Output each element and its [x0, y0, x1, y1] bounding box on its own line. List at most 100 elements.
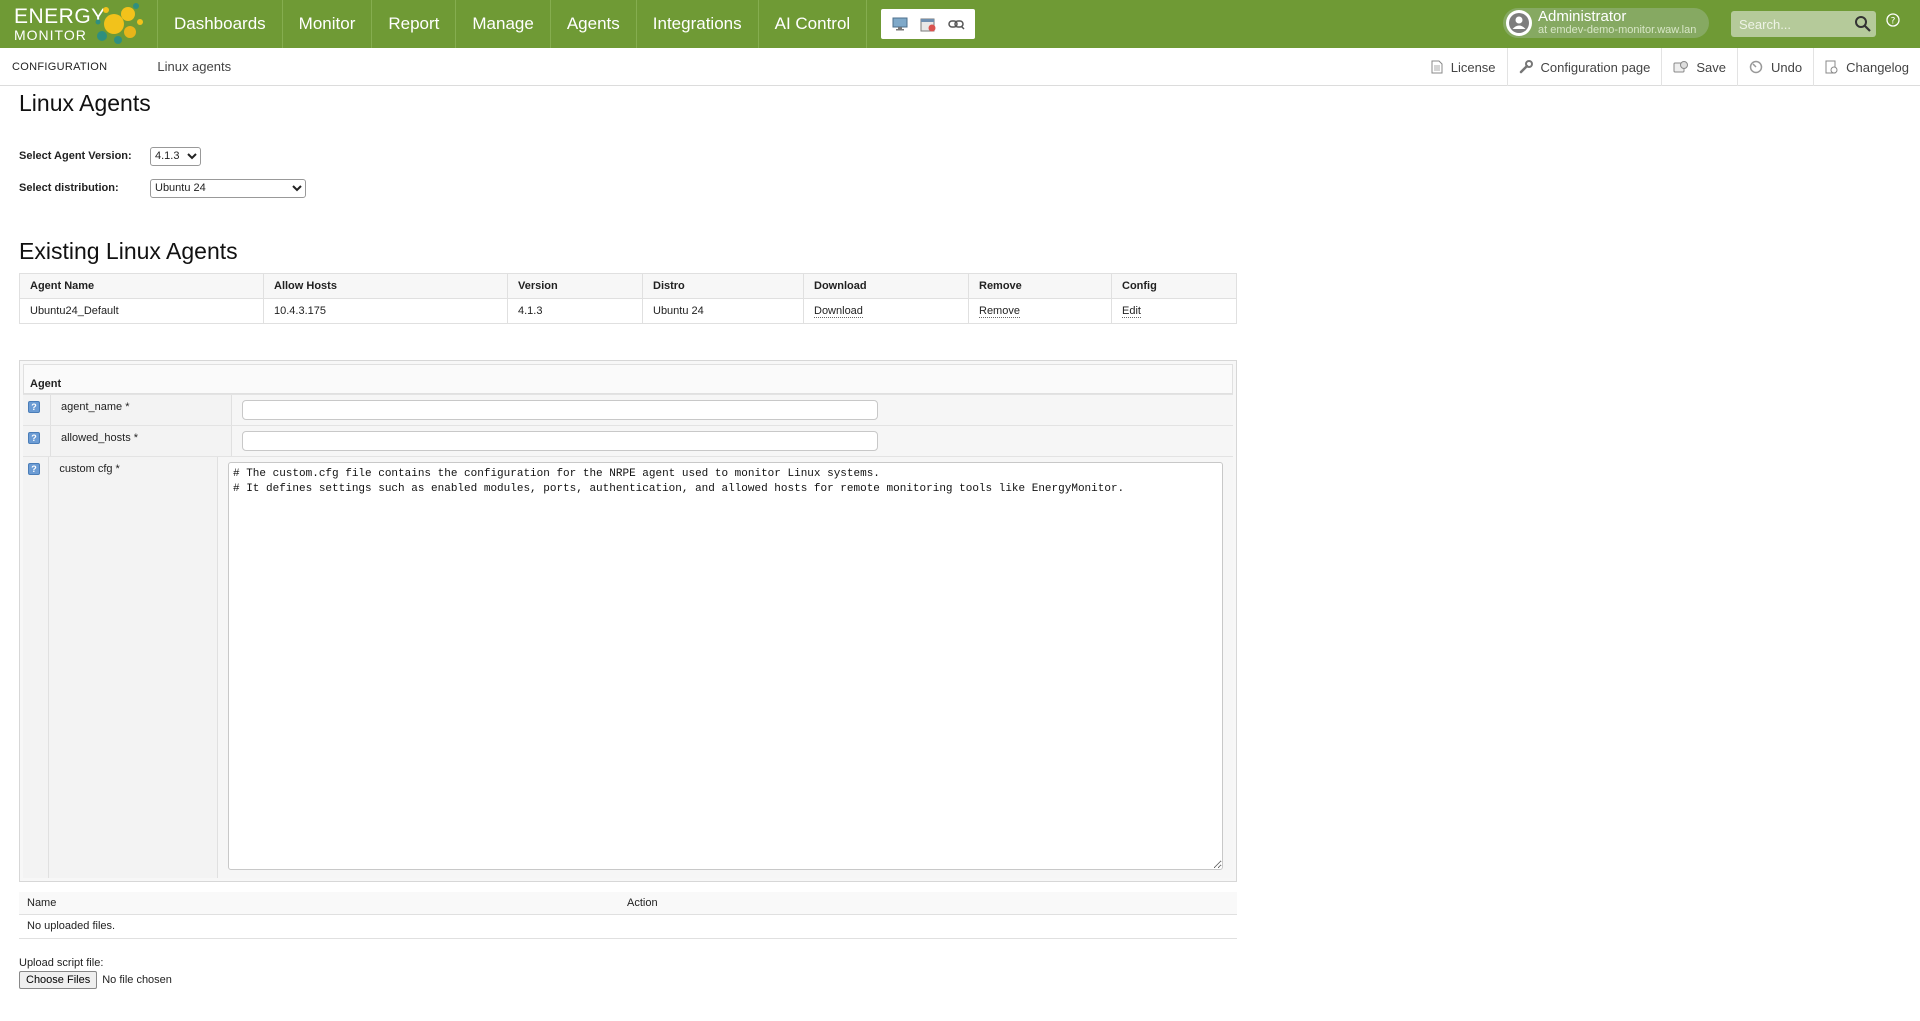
undo-button[interactable]: Undo: [1737, 48, 1813, 86]
save-label: Save: [1696, 59, 1727, 75]
nav-dashboards[interactable]: Dashboards: [157, 0, 282, 48]
help-question-icon[interactable]: ?: [28, 401, 40, 413]
agents-table-header: Agent Name Allow Hosts Version Distro Do…: [19, 273, 1237, 299]
agent-name-row: ? agent_name *: [23, 394, 1233, 425]
changelog-icon: [1825, 60, 1838, 74]
col-remove: Remove: [968, 273, 1112, 299]
wrench-icon: [1519, 60, 1533, 74]
nav-ai-control[interactable]: AI Control: [757, 0, 868, 48]
upload-row: Choose Files No file chosen: [19, 970, 1901, 989]
page-actions: License Configuration page Save Undo Cha…: [1420, 48, 1920, 86]
user-menu[interactable]: Administrator at emdev-demo-monitor.waw.…: [1503, 8, 1709, 38]
config-page-label: Configuration page: [1540, 59, 1651, 75]
upload-section: Upload script file: Choose Files No file…: [19, 957, 1901, 989]
files-table-header: Name Action: [19, 892, 1237, 915]
undo-icon: [1749, 60, 1763, 74]
agent-form-title: Agent: [23, 364, 1233, 394]
user-host: at emdev-demo-monitor.waw.lan: [1538, 24, 1697, 37]
license-label: License: [1450, 59, 1496, 75]
allowed-hosts-input[interactable]: [242, 431, 878, 451]
custom-cfg-textarea[interactable]: # The custom.cfg file contains the confi…: [228, 462, 1223, 870]
nav-report[interactable]: Report: [371, 0, 455, 48]
distro-row: Select distribution: Ubuntu 24: [19, 172, 1901, 204]
cell-agent-name: Ubuntu24_Default: [19, 298, 264, 324]
choose-files-button[interactable]: Choose Files: [19, 970, 98, 989]
nav-integrations[interactable]: Integrations: [635, 0, 758, 48]
logo[interactable]: ENERGY MONITOR: [0, 0, 157, 48]
cell-distro: Ubuntu 24: [642, 298, 804, 324]
version-label: Select Agent Version:: [19, 150, 132, 162]
col-download: Download: [803, 273, 969, 299]
undo-label: Undo: [1771, 59, 1803, 75]
breadcrumb[interactable]: Linux agents: [157, 59, 231, 74]
svg-text:?: ?: [1891, 17, 1896, 27]
col-config: Config: [1111, 273, 1237, 299]
avatar-icon: [1506, 10, 1532, 36]
custom-cfg-row: ? custom cfg * # The custom.cfg file con…: [23, 456, 1233, 878]
distro-select[interactable]: Ubuntu 24: [150, 178, 306, 198]
main-content: Linux Agents Select Agent Version: 4.1.3…: [0, 86, 1920, 989]
cell-version: 4.1.3: [507, 298, 643, 324]
document-icon: [1431, 60, 1443, 74]
allowed-hosts-value-cell: [232, 426, 1233, 456]
col-agent-name: Agent Name: [19, 273, 264, 299]
nav-manage[interactable]: Manage: [455, 0, 549, 48]
file-status: No file chosen: [102, 973, 172, 986]
remove-link[interactable]: Remove: [979, 305, 1020, 318]
top-bar: ENERGY MONITOR Dashboards Monitor Report…: [0, 0, 1920, 48]
files-table: Name Action No uploaded files.: [19, 892, 1237, 939]
agent-name-label: agent_name *: [51, 395, 232, 425]
license-button[interactable]: License: [1420, 48, 1507, 86]
search-icon[interactable]: [1854, 15, 1872, 33]
cell-remove: Remove: [968, 298, 1112, 324]
cell-allow-hosts: 10.4.3.175: [263, 298, 508, 324]
agents-table: Agent Name Allow Hosts Version Distro Do…: [19, 273, 1237, 324]
search-input[interactable]: [1731, 15, 1849, 33]
quick-tools: [881, 9, 976, 39]
nav-agents[interactable]: Agents: [549, 0, 636, 48]
col-file-name: Name: [19, 892, 619, 915]
section-label: CONFIGURATION: [12, 60, 108, 73]
help-question-icon[interactable]: ?: [28, 463, 40, 475]
upload-label: Upload script file:: [19, 956, 104, 969]
download-link[interactable]: Download: [814, 305, 863, 318]
table-row: Ubuntu24_Default 10.4.3.175 4.1.3 Ubuntu…: [19, 298, 1237, 324]
calendar-icon[interactable]: [918, 14, 938, 34]
help-cell: ?: [23, 395, 51, 425]
config-page-button[interactable]: Configuration page: [1506, 48, 1662, 86]
save-icon: [1673, 60, 1689, 74]
main-nav: Dashboards Monitor Report Manage Agents …: [157, 0, 868, 48]
link-icon[interactable]: [947, 14, 967, 34]
agent-name-input[interactable]: [242, 400, 878, 420]
existing-agents-title: Existing Linux Agents: [19, 238, 238, 264]
changelog-label: Changelog: [1846, 59, 1909, 75]
version-select[interactable]: 4.1.3: [150, 146, 201, 166]
save-button[interactable]: Save: [1661, 48, 1737, 86]
cell-config: Edit: [1111, 298, 1237, 324]
distro-label: Select distribution:: [19, 182, 119, 194]
help-icon[interactable]: ?: [1886, 13, 1900, 27]
nav-monitor[interactable]: Monitor: [281, 0, 372, 48]
table-row: No uploaded files.: [19, 914, 1237, 939]
monitor-icon[interactable]: [890, 14, 910, 34]
no-files-message: No uploaded files.: [19, 914, 1237, 939]
sub-bar: CONFIGURATION Linux agents License Confi…: [0, 48, 1920, 86]
changelog-button[interactable]: Changelog: [1813, 48, 1920, 86]
agent-form: Agent ? agent_name * ? allowed_hosts * ?…: [19, 360, 1237, 882]
cell-download: Download: [803, 298, 969, 324]
version-row: Select Agent Version: 4.1.3: [19, 140, 1901, 172]
allowed-hosts-row: ? allowed_hosts *: [23, 425, 1233, 456]
col-file-action: Action: [619, 892, 1237, 915]
col-allow-hosts: Allow Hosts: [263, 273, 508, 299]
user-name: Administrator: [1538, 8, 1627, 26]
help-cell: ?: [23, 457, 50, 878]
help-question-icon[interactable]: ?: [28, 432, 40, 444]
search-box: [1731, 11, 1876, 37]
edit-link[interactable]: Edit: [1122, 305, 1141, 318]
allowed-hosts-label: allowed_hosts *: [51, 426, 232, 456]
custom-cfg-value-cell: # The custom.cfg file contains the confi…: [218, 457, 1233, 878]
col-distro: Distro: [642, 273, 804, 299]
page-title: Linux Agents: [19, 90, 151, 116]
col-version: Version: [507, 273, 643, 299]
help-cell: ?: [23, 426, 51, 456]
